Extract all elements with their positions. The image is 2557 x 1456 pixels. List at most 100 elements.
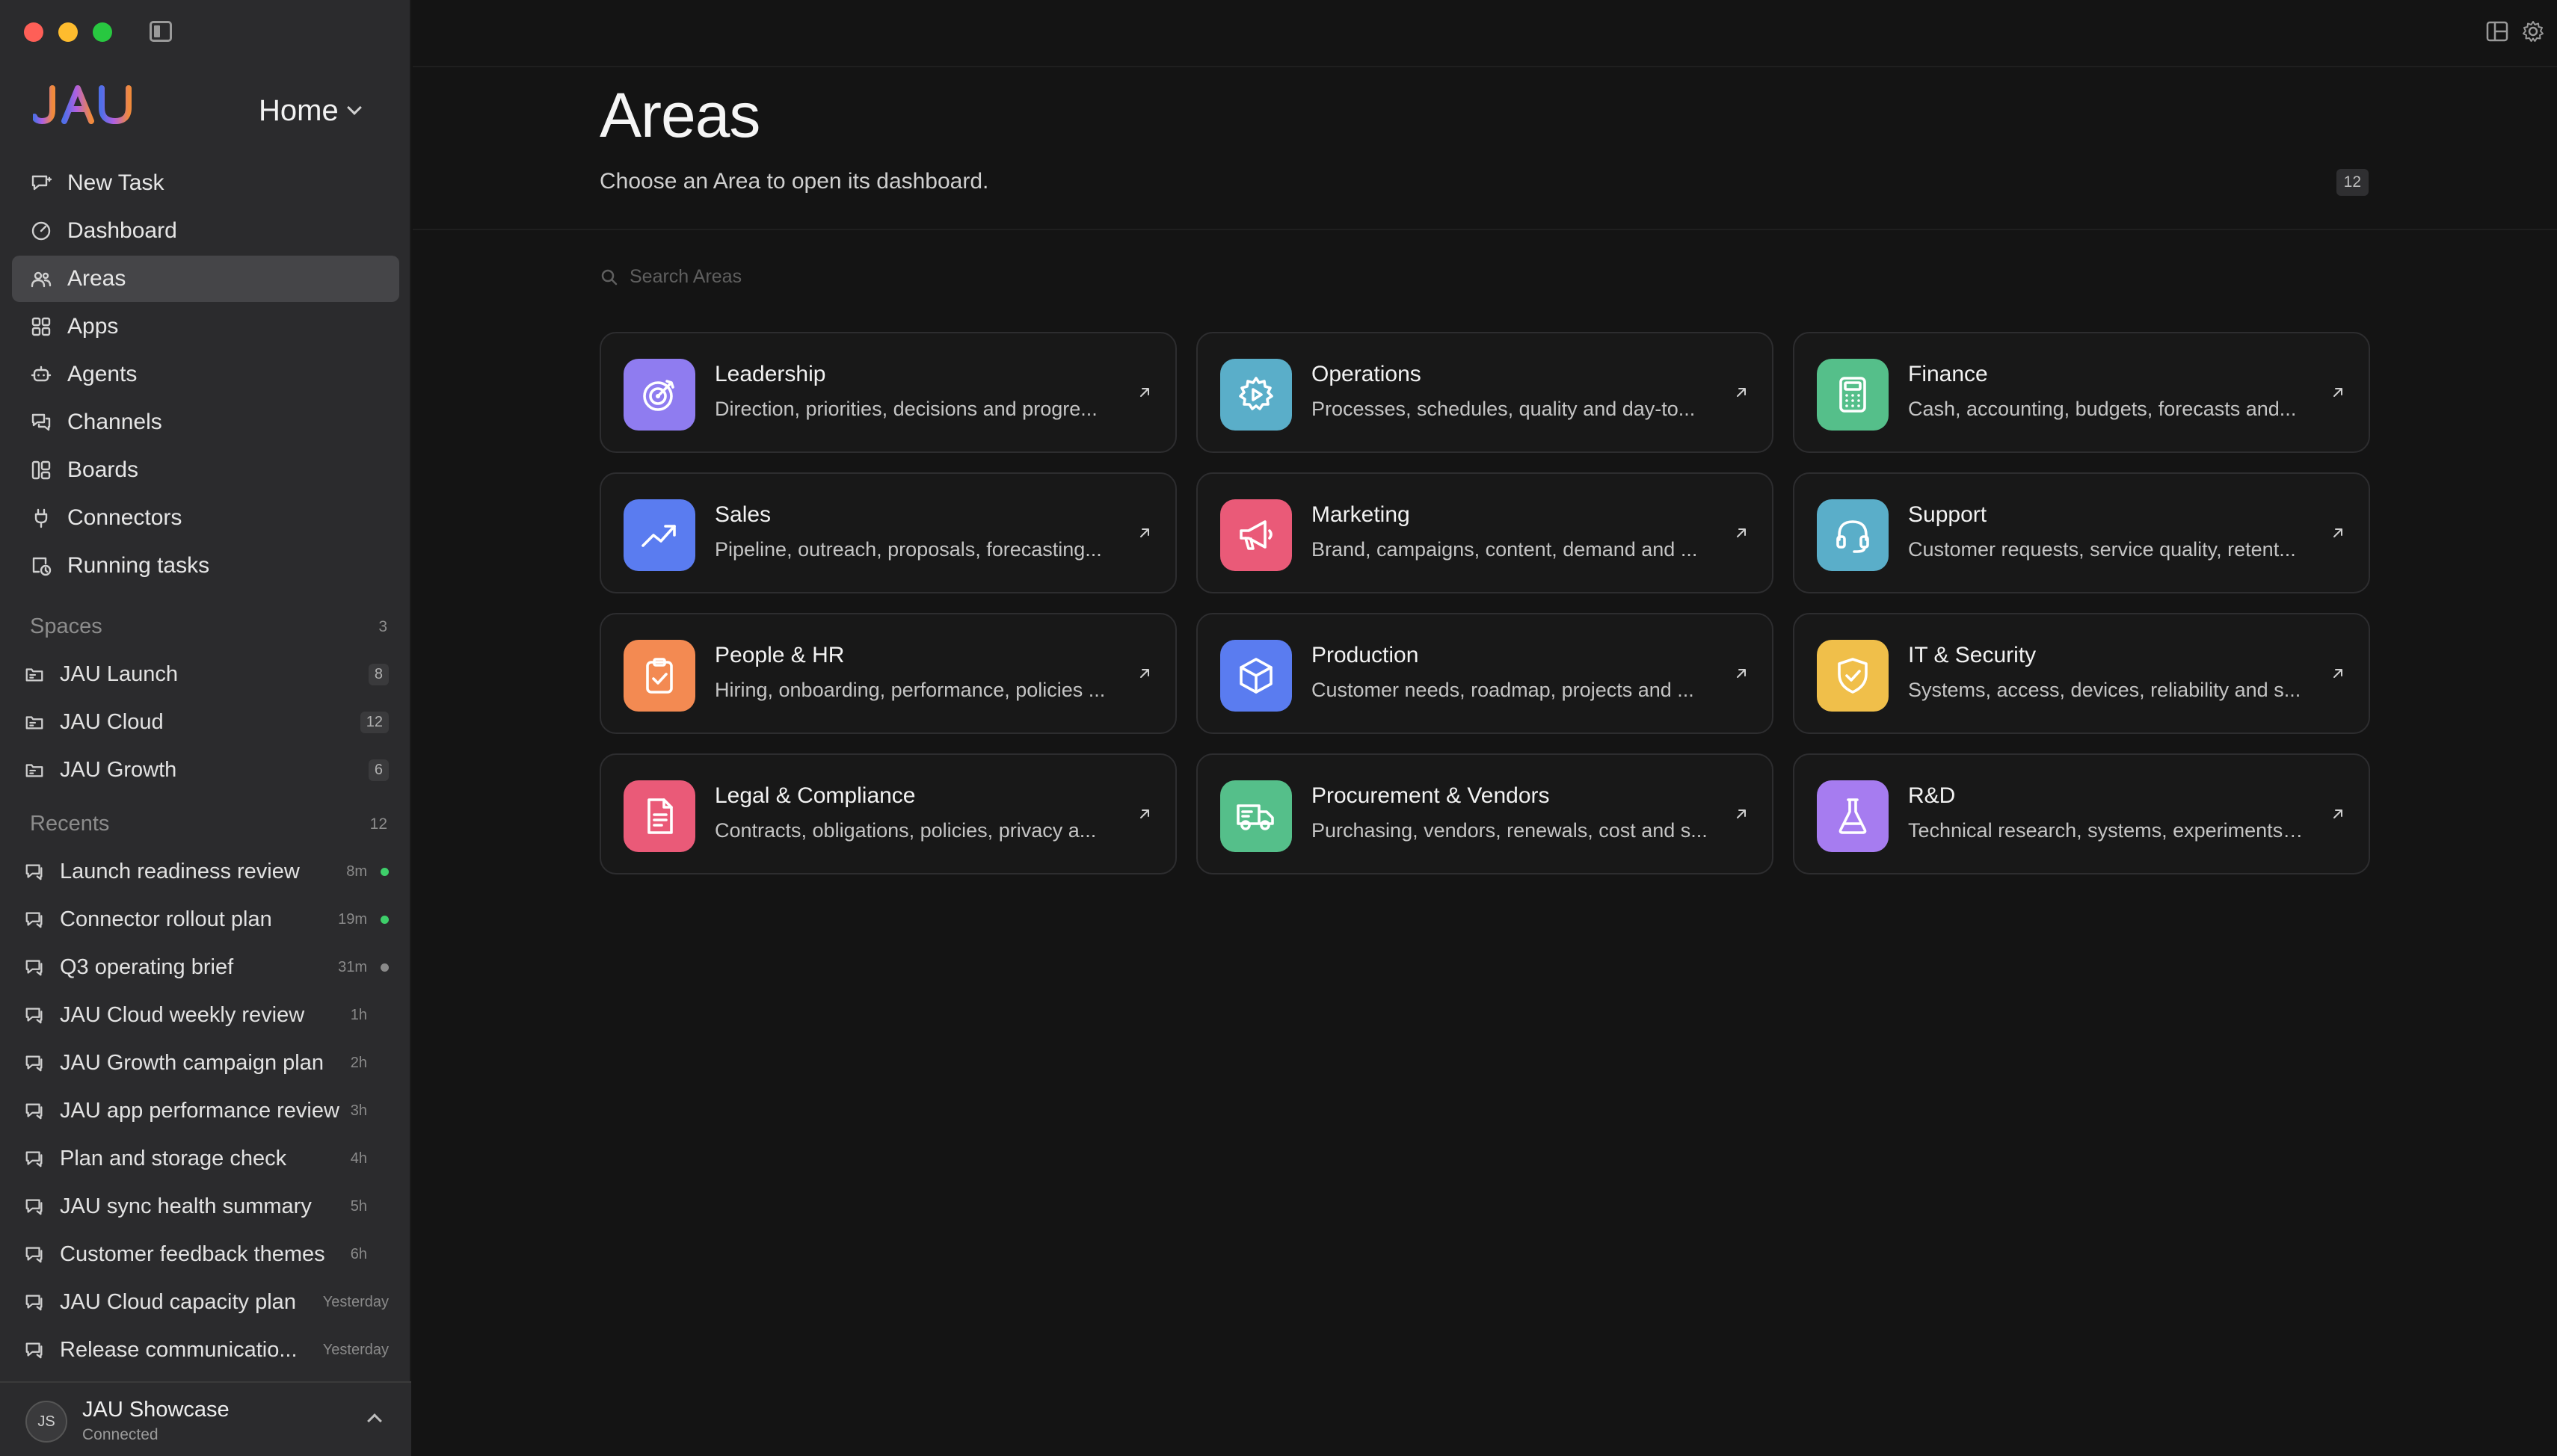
area-card-it-security[interactable]: IT & Security Systems, access, devices, … (1793, 613, 2370, 734)
space-label: JAU Launch (60, 661, 178, 686)
recent-item[interactable]: JAU Cloud capacity plan Yesterday (12, 1278, 399, 1326)
status-dot (381, 915, 389, 924)
sidebar-item-areas[interactable]: Areas (12, 256, 399, 302)
area-card-leadership[interactable]: Leadership Direction, priorities, decisi… (600, 332, 1177, 453)
area-card-production[interactable]: Production Customer needs, roadmap, proj… (1196, 613, 1773, 734)
area-card-support[interactable]: Support Customer requests, service quali… (1793, 472, 2370, 593)
search-input[interactable] (630, 266, 1078, 288)
layout-panels-icon[interactable] (2485, 19, 2509, 43)
recent-item[interactable]: JAU Cloud weekly review 1h (12, 991, 399, 1039)
sidebar-item-label: Dashboard (67, 218, 177, 243)
apps-grid-icon (30, 315, 67, 338)
area-title: People & HR (715, 643, 845, 667)
area-title: Sales (715, 502, 772, 527)
page-header: Areas Choose an Area to open its dashboa… (600, 84, 988, 194)
recent-item[interactable]: JAU app performance review 3h (12, 1087, 399, 1135)
areas-count-badge: 12 (2336, 169, 2369, 196)
sidebar: Home New Task Dashboard Areas Apps Agent… (0, 0, 411, 1456)
sidebar-item-label: Channels (67, 410, 162, 434)
sidebar-item-connectors[interactable]: Connectors (12, 495, 399, 541)
window-zoom-button[interactable] (93, 22, 112, 42)
task-running-icon (30, 555, 67, 577)
chevron-up-icon[interactable] (367, 1413, 382, 1428)
sidebar-item-running-tasks[interactable]: Running tasks (12, 543, 399, 589)
recent-item[interactable]: JAU Growth campaign plan 2h (12, 1039, 399, 1087)
search-bar (600, 266, 1078, 288)
jau-logo-icon (31, 85, 132, 125)
gear-play-icon (1220, 359, 1292, 431)
sidebar-item-agents[interactable]: Agents (12, 351, 399, 398)
space-icon (24, 664, 60, 685)
area-card-marketing[interactable]: Marketing Brand, campaigns, content, dem… (1196, 472, 1773, 593)
open-arrow-icon (1140, 809, 1149, 818)
home-switcher-label: Home (259, 93, 339, 127)
chat-icon (24, 1339, 60, 1360)
calculator-icon (1817, 359, 1889, 431)
space-item[interactable]: JAU Launch 8 (12, 650, 399, 698)
recent-label: Customer feedback themes (60, 1241, 325, 1266)
recent-item[interactable]: Q3 operating brief 31m (12, 943, 399, 991)
recent-item[interactable]: Connector rollout plan 19m (12, 895, 399, 943)
top-toolbar (413, 0, 2557, 67)
recent-item[interactable]: Customer feedback themes 6h (12, 1230, 399, 1278)
trend-up-icon (624, 499, 695, 571)
sidebar-item-label: Apps (67, 314, 119, 339)
plug-icon (30, 507, 67, 529)
area-title: R&D (1908, 783, 1956, 808)
chat-icon (24, 861, 60, 882)
area-card-procurement-vendors[interactable]: Procurement & Vendors Purchasing, vendor… (1196, 753, 1773, 874)
area-card-finance[interactable]: Finance Cash, accounting, budgets, forec… (1793, 332, 2370, 453)
space-label: JAU Cloud (60, 709, 164, 734)
area-description: Customer needs, roadmap, projects and ..… (1311, 679, 1694, 701)
space-count-badge: 8 (368, 663, 389, 685)
area-card-operations[interactable]: Operations Processes, schedules, quality… (1196, 332, 1773, 453)
chevron-down-icon (346, 100, 362, 115)
recent-item[interactable]: JAU sync health summary 5h (12, 1182, 399, 1230)
headset-icon (1817, 499, 1889, 571)
open-arrow-icon (1737, 388, 1746, 397)
area-description: Customer requests, service quality, rete… (1908, 538, 2296, 561)
sidebar-item-new-task[interactable]: New Task (12, 160, 399, 206)
area-title: IT & Security (1908, 643, 2037, 667)
avatar: JS (25, 1401, 67, 1443)
recent-item[interactable]: Release communicatio... Yesterday (12, 1326, 399, 1374)
app-logo[interactable] (31, 84, 135, 129)
status-dot (381, 963, 389, 972)
recent-item[interactable]: Plan and storage check 4h (12, 1135, 399, 1182)
chat-icon (24, 957, 60, 978)
area-title: Legal & Compliance (715, 783, 916, 808)
gear-icon[interactable] (2521, 19, 2545, 43)
user-account-bar[interactable]: JS JAU Showcase Connected (0, 1381, 411, 1456)
area-description: Direction, priorities, decisions and pro… (715, 398, 1098, 420)
chat-icon (24, 1292, 60, 1312)
area-card-legal-compliance[interactable]: Legal & Compliance Contracts, obligation… (600, 753, 1177, 874)
space-label: JAU Growth (60, 757, 177, 782)
area-card-sales[interactable]: Sales Pipeline, outreach, proposals, for… (600, 472, 1177, 593)
space-icon (24, 712, 60, 732)
window-close-button[interactable] (24, 22, 43, 42)
sidebar-toggle-icon[interactable] (150, 21, 172, 42)
open-arrow-icon (1737, 809, 1746, 818)
chat-icon (24, 1100, 60, 1121)
area-card-people-hr[interactable]: People & HR Hiring, onboarding, performa… (600, 613, 1177, 734)
chat-icon (24, 1148, 60, 1169)
home-switcher[interactable]: Home (259, 88, 362, 133)
spaces-title: Spaces (30, 614, 102, 638)
recent-item[interactable]: Launch readiness review 8m (12, 848, 399, 895)
area-card-r-d[interactable]: R&D Technical research, systems, experim… (1793, 753, 2370, 874)
sidebar-item-boards[interactable]: Boards (12, 447, 399, 493)
flask-icon (1817, 780, 1889, 852)
window-minimize-button[interactable] (58, 22, 78, 42)
sidebar-item-apps[interactable]: Apps (12, 303, 399, 350)
recent-time: 4h (350, 1150, 367, 1167)
sidebar-item-dashboard[interactable]: Dashboard (12, 208, 399, 254)
area-description: Cash, accounting, budgets, forecasts and… (1908, 398, 2297, 420)
space-item[interactable]: JAU Growth 6 (12, 746, 399, 794)
recent-time: Yesterday (322, 1293, 389, 1310)
area-title: Procurement & Vendors (1311, 783, 1550, 808)
space-item[interactable]: JAU Cloud 12 (12, 698, 399, 746)
recent-label: Release communicatio... (60, 1337, 298, 1362)
area-description: Contracts, obligations, policies, privac… (715, 819, 1097, 842)
cube-icon (1220, 640, 1292, 712)
sidebar-item-channels[interactable]: Channels (12, 399, 399, 445)
